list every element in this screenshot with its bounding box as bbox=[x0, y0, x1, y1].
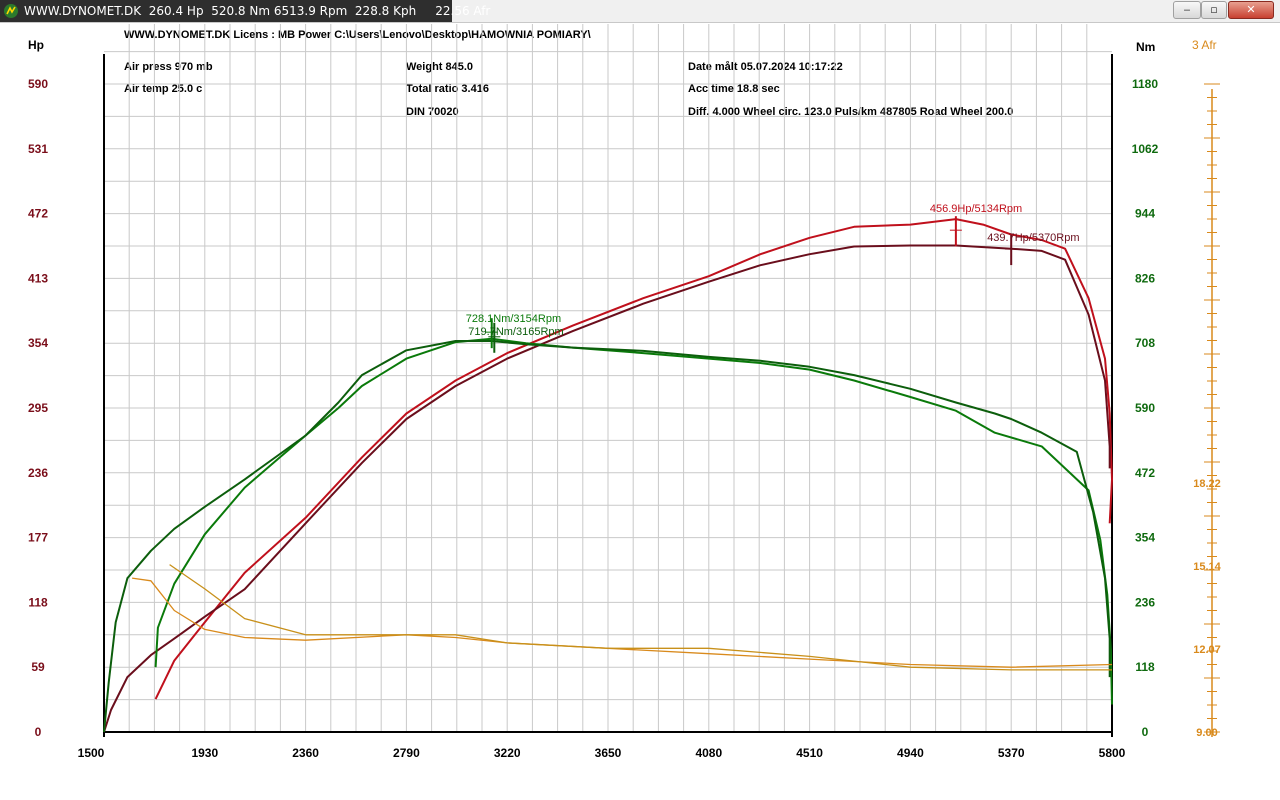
x-tick-label: 2360 bbox=[292, 746, 319, 760]
hp-tick-label: 177 bbox=[28, 531, 48, 545]
hp-tick-label: 236 bbox=[28, 466, 48, 480]
peak-annotation-label: 439.7Hp/5370Rpm bbox=[987, 232, 1079, 244]
tick-labels: 1500 1930 2360 2790 3220 3650 4080 4510 4940 5370… bbox=[28, 77, 1222, 760]
dyno-chart: WWW.DYNOMET.DK Licens : MB Power C:\User… bbox=[28, 24, 1222, 760]
x-tick-label: 1930 bbox=[191, 746, 218, 760]
grid bbox=[104, 24, 1112, 732]
close-button[interactable]: ✕ bbox=[1228, 1, 1274, 19]
total-ratio: Total ratio 3.416 bbox=[406, 83, 489, 95]
license-line: WWW.DYNOMET.DK Licens : MB Power C:\User… bbox=[124, 29, 591, 41]
hp-tick-label: 531 bbox=[28, 142, 48, 156]
nm-tick-label: 236 bbox=[1135, 595, 1155, 609]
dynomet-app-icon bbox=[4, 4, 18, 18]
hp-tick-label: 590 bbox=[28, 77, 48, 91]
peak-annotation-label: 456.9Hp/5134Rpm bbox=[930, 203, 1022, 215]
x-tick-label: 5800 bbox=[1099, 746, 1126, 760]
air-press: Air press 970 mb bbox=[124, 61, 213, 73]
maximize-button[interactable]: ▫ bbox=[1201, 1, 1227, 19]
nm-tick-label: 1062 bbox=[1132, 142, 1159, 156]
nm-tick-label: 472 bbox=[1135, 466, 1155, 480]
afr-tick-label: 15.14 bbox=[1193, 561, 1221, 573]
hp-tick-label: 472 bbox=[28, 207, 48, 221]
nm-tick-label: 118 bbox=[1135, 660, 1155, 674]
minimize-button[interactable]: ‒ bbox=[1173, 1, 1201, 19]
afr-axis-label: 3 Afr bbox=[1192, 38, 1217, 52]
nm-tick-label: 944 bbox=[1135, 207, 1155, 221]
hp-tick-label: 59 bbox=[31, 660, 45, 674]
series-line-hp-0 bbox=[154, 218, 1113, 700]
afr-tick-label: 18.22 bbox=[1193, 478, 1221, 490]
x-tick-label: 4940 bbox=[897, 746, 924, 760]
afr-tick-label: 9.00 bbox=[1196, 727, 1217, 739]
x-tick-label: 5370 bbox=[998, 746, 1025, 760]
x-tick-label: 3220 bbox=[494, 746, 521, 760]
nm-tick-label: 1180 bbox=[1132, 77, 1158, 91]
x-tick-label: 3650 bbox=[595, 746, 622, 760]
afr-tick-label: 12.07 bbox=[1193, 644, 1221, 656]
nm-tick-label: 708 bbox=[1135, 336, 1155, 350]
x-tick-label: 4510 bbox=[796, 746, 823, 760]
nm-axis-label: Nm bbox=[1136, 40, 1155, 54]
window-title: WWW.DYNOMET.DK 260.4 Hp 520.8 Nm 6513.9 … bbox=[24, 4, 491, 18]
weight: Weight 845.0 bbox=[406, 61, 473, 73]
peak-annotation-label: 719.7Nm/3165Rpm bbox=[468, 326, 563, 338]
nm-tick-label: 354 bbox=[1135, 531, 1155, 545]
series-line-afr-5 bbox=[169, 564, 1112, 671]
hp-tick-label: 0 bbox=[35, 725, 42, 739]
x-tick-label: 1500 bbox=[78, 746, 105, 760]
hp-tick-label: 118 bbox=[28, 595, 48, 609]
nm-tick-label: 590 bbox=[1135, 401, 1155, 415]
hp-tick-label: 354 bbox=[28, 336, 48, 350]
hp-axis-label: Hp bbox=[28, 38, 44, 52]
series-line-afr-4 bbox=[132, 577, 1113, 668]
hp-tick-label: 295 bbox=[28, 401, 48, 415]
title-bar: WWW.DYNOMET.DK 260.4 Hp 520.8 Nm 6513.9 … bbox=[0, 0, 1280, 23]
date-measured: Date målt 05.07.2024 10:17:22 bbox=[688, 61, 843, 73]
peak-annotation-label: 728.1Nm/3154Rpm bbox=[466, 313, 561, 325]
nm-tick-label: 0 bbox=[1142, 725, 1149, 739]
x-tick-label: 2790 bbox=[393, 746, 420, 760]
hp-tick-label: 413 bbox=[28, 271, 48, 285]
air-temp: Air temp 25.0 c bbox=[124, 83, 202, 95]
x-tick-label: 4080 bbox=[695, 746, 722, 760]
nm-tick-label: 826 bbox=[1135, 271, 1155, 285]
